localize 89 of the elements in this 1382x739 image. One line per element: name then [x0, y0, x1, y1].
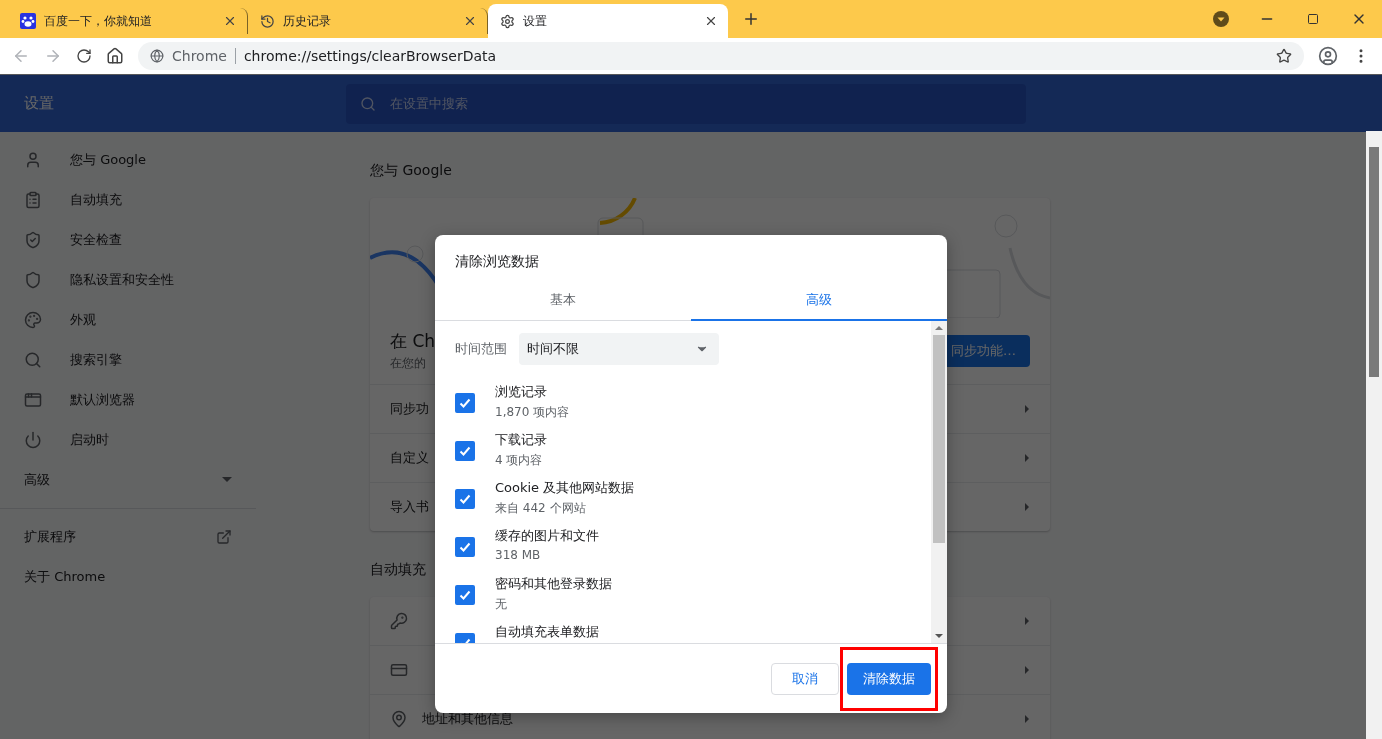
cancel-button[interactable]: 取消 — [771, 662, 839, 695]
settings-icon — [500, 13, 515, 29]
maximize-icon[interactable] — [1307, 13, 1319, 25]
sidebar-item[interactable]: 关于 Chrome — [0, 557, 256, 597]
sync-heading: 在 Ch — [390, 330, 436, 353]
key-icon — [390, 612, 408, 630]
row-label[interactable]: 同步功 — [390, 400, 429, 418]
option-detail: 无 — [495, 596, 508, 613]
advanced-toggle[interactable]: 高级 — [0, 460, 256, 500]
browser-tab[interactable]: 百度一下，你就知道 — [8, 8, 248, 34]
sidebar-item[interactable]: 自动填充 — [0, 180, 256, 220]
dialog-title: 清除浏览数据 — [454, 252, 540, 271]
sidebar-item[interactable]: 外观 — [0, 300, 256, 340]
sync-subtext: 在您的 — [390, 355, 427, 372]
close-icon[interactable] — [463, 14, 477, 28]
new-tab-icon[interactable] — [742, 10, 760, 28]
caret-icon — [1024, 404, 1030, 414]
option-label: 下载记录 — [495, 431, 547, 449]
clear-data-button[interactable]: 清除数据 — [847, 662, 931, 695]
url-text: chrome://settings/clearBrowserData — [243, 48, 497, 64]
caret-icon — [1024, 616, 1030, 626]
palette-icon — [24, 311, 42, 329]
check-icon — [459, 493, 471, 505]
history-icon — [260, 13, 275, 29]
profile-icon[interactable] — [1318, 46, 1338, 66]
dialog-tab[interactable]: 高级 — [691, 281, 947, 321]
caret-icon — [1024, 502, 1030, 512]
checkbox[interactable] — [455, 489, 475, 509]
browser-tab[interactable]: 设置 — [488, 4, 728, 38]
paw-icon — [20, 13, 36, 29]
credit-card-icon — [390, 661, 408, 679]
clipboard-icon — [24, 191, 42, 209]
dropdown-icon[interactable] — [1213, 11, 1229, 27]
option-label: 自动填充表单数据 — [495, 623, 599, 641]
search-icon — [360, 95, 376, 112]
check-icon — [459, 589, 471, 601]
scrollbar[interactable] — [931, 321, 947, 643]
close-icon[interactable] — [223, 14, 237, 28]
check-icon — [459, 397, 471, 409]
row-label[interactable]: 地址和其他信息 — [422, 710, 513, 728]
person-icon — [24, 151, 42, 169]
home-icon[interactable] — [106, 47, 124, 65]
sidebar-item[interactable]: 启动时 — [0, 420, 256, 460]
section-title: 您与 Google — [370, 162, 452, 180]
time-range-label: 时间范围 — [455, 340, 507, 358]
map-pin-icon — [390, 710, 408, 728]
row-label[interactable]: 导入书 — [390, 498, 429, 516]
caret-icon — [1024, 665, 1030, 675]
option-detail: 1,870 项内容 — [495, 404, 570, 421]
star-icon[interactable] — [1276, 48, 1292, 64]
section-title: 自动填充 — [370, 561, 426, 579]
checkbox[interactable] — [455, 585, 475, 605]
address-bar[interactable]: Chrome chrome://settings/clearBrowserData — [138, 42, 1304, 70]
sidebar-item[interactable]: 扩展程序 — [0, 517, 256, 557]
option-detail: 来自 442 个网站 — [495, 500, 587, 517]
site-label: Chrome — [172, 48, 227, 64]
option-label: 浏览记录 — [495, 383, 548, 401]
row-label[interactable]: 自定义 — [390, 449, 429, 467]
globe-icon — [150, 49, 164, 63]
caret-icon — [1024, 453, 1030, 463]
shield-check-icon — [24, 231, 42, 249]
browser-window-icon — [24, 391, 42, 409]
option-detail: 4 项内容 — [495, 452, 544, 469]
option-label: 密码和其他登录数据 — [495, 575, 612, 593]
checkbox[interactable] — [455, 441, 475, 461]
reload-icon[interactable] — [76, 48, 92, 64]
checkbox[interactable] — [455, 537, 475, 557]
check-icon — [459, 541, 471, 553]
check-icon — [459, 445, 471, 457]
external-link-icon — [216, 529, 232, 545]
caret-icon — [1024, 714, 1030, 724]
option-detail: 318 MB — [495, 548, 542, 562]
option-label: 缓存的图片和文件 — [495, 527, 599, 545]
page-title: 设置 — [23, 94, 55, 113]
time-range-select[interactable]: 时间不限 — [519, 333, 719, 365]
sidebar-item[interactable]: 安全检查 — [0, 220, 256, 260]
power-icon — [24, 431, 42, 449]
close-icon[interactable] — [704, 14, 718, 28]
dialog-tab[interactable]: 基本 — [435, 281, 691, 321]
scrollbar[interactable] — [1366, 131, 1382, 739]
search-icon — [24, 351, 42, 369]
sidebar-item[interactable]: 搜索引擎 — [0, 340, 256, 380]
option-label: Cookie 及其他网站数据 — [495, 479, 635, 497]
shield-icon — [24, 271, 42, 289]
checkbox[interactable] — [455, 393, 475, 413]
sidebar-item[interactable]: 您与 Google — [0, 140, 256, 180]
caret-icon — [222, 477, 232, 483]
sidebar-item[interactable]: 默认浏览器 — [0, 380, 256, 420]
sidebar-item[interactable]: 隐私设置和安全性 — [0, 260, 256, 300]
